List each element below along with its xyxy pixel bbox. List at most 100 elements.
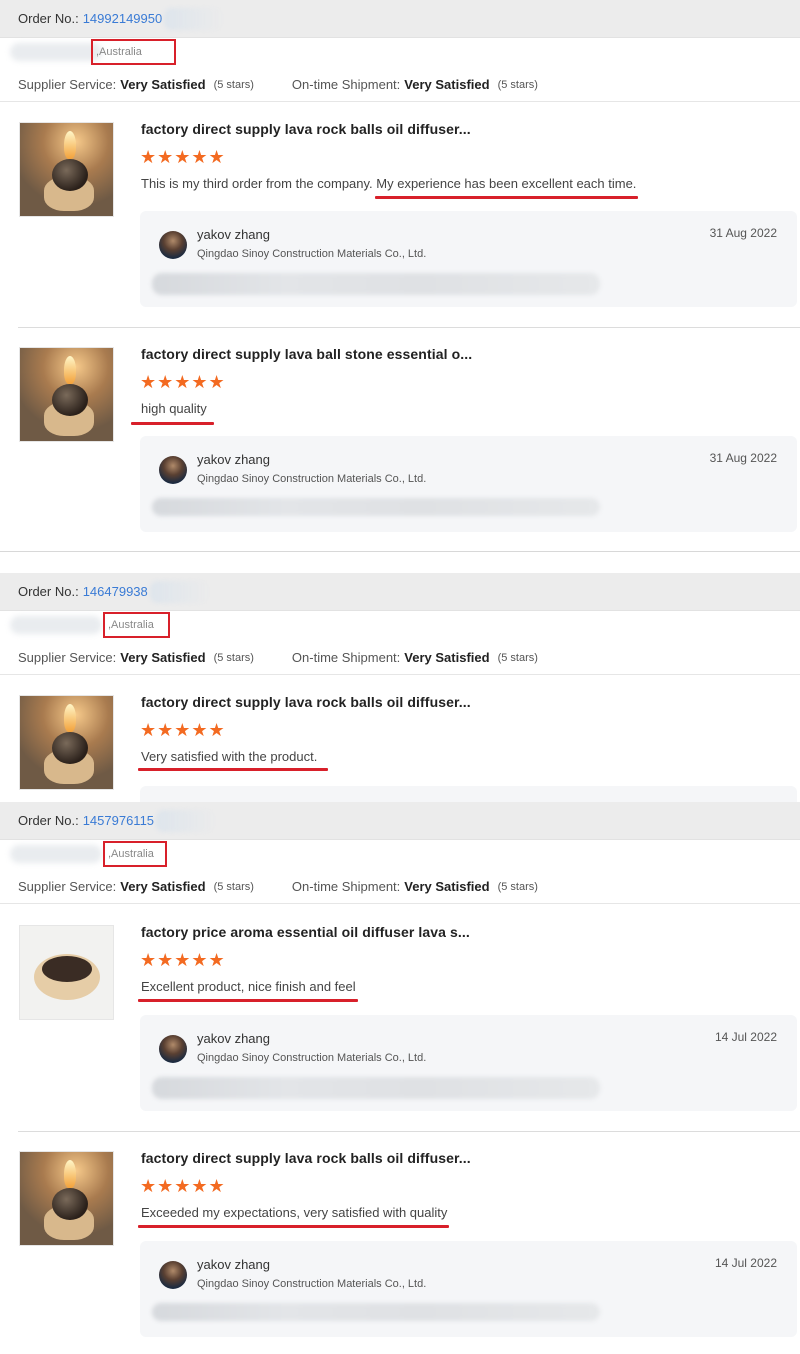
supplier-reply: yakov zhang Qingdao Sinoy Construction M… [140, 436, 797, 532]
order-card: Order No.: 14992149950 ,Australia Suppli… [0, 0, 800, 102]
product-thumbnail[interactable] [19, 347, 114, 442]
redacted-reply-text [152, 498, 600, 516]
supplier-service-label: Supplier Service: [18, 650, 117, 665]
product-title[interactable]: factory direct supply lava rock balls oi… [141, 694, 471, 710]
supplier-service-rating: Very Satisfied [120, 650, 206, 665]
redacted-reply-text [152, 1077, 600, 1099]
order-number-link[interactable]: 14992149950 [83, 11, 163, 26]
shipment-label: On-time Shipment: [291, 77, 401, 92]
order-card: Order No.: 1457976115 ,Australia Supplie… [0, 802, 800, 904]
redacted-buyer-name [10, 845, 102, 863]
review-item: factory price aroma essential oil diffus… [0, 906, 800, 1132]
redacted-reply-text [152, 273, 600, 295]
shipment-stars: (5 stars) [497, 880, 538, 893]
star-rating: ★★★★★ [140, 1176, 226, 1196]
buyer-location: ,Australia [103, 612, 170, 638]
shipment-label: On-time Shipment: [291, 879, 401, 894]
reply-date: 14 Jul 2022 [714, 1030, 777, 1044]
order-label: Order No.: [18, 11, 79, 26]
review-text: Excellent product, nice finish and feel [141, 979, 356, 994]
star-rating: ★★★★★ [140, 372, 226, 392]
product-title[interactable]: factory direct supply lava ball stone es… [141, 346, 472, 362]
buyer-location: ,Australia [103, 841, 167, 867]
supplier-service-stars: (5 stars) [213, 880, 254, 893]
supplier-service-stars: (5 stars) [213, 651, 254, 664]
supplier-reply: yakov zhang Qingdao Sinoy Construction M… [140, 1015, 797, 1111]
supplier-service-rating: Very Satisfied [120, 879, 206, 894]
review-text: Very satisfied with the product. [141, 749, 318, 764]
shipment-rating: Very Satisfied [404, 650, 490, 665]
supplier-reply: yakov zhang Qingdao Sinoy Construction M… [140, 211, 797, 307]
buyer-location: ,Australia [91, 39, 176, 65]
product-thumbnail[interactable] [19, 695, 114, 790]
highlight-underline [131, 422, 214, 425]
reply-date: 31 Aug 2022 [709, 451, 777, 465]
product-title[interactable]: factory direct supply lava rock balls oi… [141, 121, 471, 137]
reply-author: yakov zhang [197, 452, 270, 467]
review-text: Exceeded my expectations, very satisfied… [141, 1205, 448, 1220]
buyer-location-row: ,Australia [0, 840, 800, 870]
highlight-underline [138, 999, 358, 1002]
review-item: factory direct supply lava rock balls oi… [0, 103, 800, 328]
highlight-underline [138, 1225, 449, 1228]
order-label: Order No.: [18, 584, 79, 599]
reply-author: yakov zhang [197, 1257, 270, 1272]
order-header: Order No.: 1457976115 [0, 802, 800, 840]
review-item: factory direct supply lava ball stone es… [0, 328, 800, 552]
reply-company: Qingdao Sinoy Construction Materials Co.… [197, 1278, 427, 1290]
reply-company: Qingdao Sinoy Construction Materials Co.… [197, 1052, 427, 1064]
avatar [159, 1035, 187, 1063]
order-header: Order No.: 146479938 [0, 573, 800, 611]
satisfaction-row: Supplier Service: Very Satisfied (5 star… [0, 870, 800, 904]
reply-author: yakov zhang [197, 1031, 270, 1046]
reply-date: 31 Aug 2022 [709, 226, 777, 240]
highlight-underline [375, 196, 638, 199]
review-item: factory direct supply lava rock balls oi… [0, 1132, 800, 1354]
order-number-link[interactable]: 146479938 [83, 584, 148, 599]
product-thumbnail[interactable] [19, 122, 114, 217]
redacted-blur [156, 809, 217, 832]
product-title[interactable]: factory direct supply lava rock balls oi… [141, 1150, 471, 1166]
avatar [159, 231, 187, 259]
supplier-service-label: Supplier Service: [18, 77, 117, 92]
order-card: Order No.: 146479938 ,Australia Supplier… [0, 573, 800, 675]
order-number-link[interactable]: 1457976115 [83, 813, 154, 828]
redacted-reply-text [152, 1303, 600, 1321]
shipment-label: On-time Shipment: [291, 650, 401, 665]
shipment-rating: Very Satisfied [404, 77, 490, 92]
satisfaction-row: Supplier Service: Very Satisfied (5 star… [0, 641, 800, 675]
buyer-location-row: ,Australia [0, 611, 800, 641]
redacted-buyer-name [10, 43, 102, 61]
reply-author: yakov zhang [197, 227, 270, 242]
star-rating: ★★★★★ [140, 950, 226, 970]
product-title[interactable]: factory price aroma essential oil diffus… [141, 924, 470, 940]
supplier-service-label: Supplier Service: [18, 879, 117, 894]
star-rating: ★★★★★ [140, 720, 226, 740]
shipment-rating: Very Satisfied [404, 879, 490, 894]
product-thumbnail[interactable] [19, 1151, 114, 1246]
product-thumbnail[interactable] [19, 925, 114, 1020]
shipment-stars: (5 stars) [497, 78, 538, 91]
divider [0, 551, 800, 552]
supplier-reply: yakov zhang Qingdao Sinoy Construction M… [140, 1241, 797, 1337]
review-item: factory direct supply lava rock balls oi… [0, 676, 800, 802]
avatar [159, 1261, 187, 1289]
buyer-location-row: ,Australia [0, 38, 800, 68]
star-rating: ★★★★★ [140, 147, 226, 167]
shipment-stars: (5 stars) [497, 651, 538, 664]
highlight-underline [138, 768, 328, 771]
supplier-service-rating: Very Satisfied [120, 77, 206, 92]
redacted-buyer-name [10, 616, 102, 634]
supplier-reply [140, 786, 797, 802]
reply-date: 14 Jul 2022 [714, 1256, 777, 1270]
satisfaction-row: Supplier Service: Very Satisfied (5 star… [0, 68, 800, 102]
supplier-service-stars: (5 stars) [213, 78, 254, 91]
review-text: high quality [141, 401, 207, 416]
redacted-blur [164, 7, 225, 30]
reply-company: Qingdao Sinoy Construction Materials Co.… [197, 473, 427, 485]
redacted-blur [149, 580, 210, 603]
avatar [159, 456, 187, 484]
reply-company: Qingdao Sinoy Construction Materials Co.… [197, 248, 427, 260]
order-label: Order No.: [18, 813, 79, 828]
review-text: This is my third order from the company.… [141, 176, 637, 191]
